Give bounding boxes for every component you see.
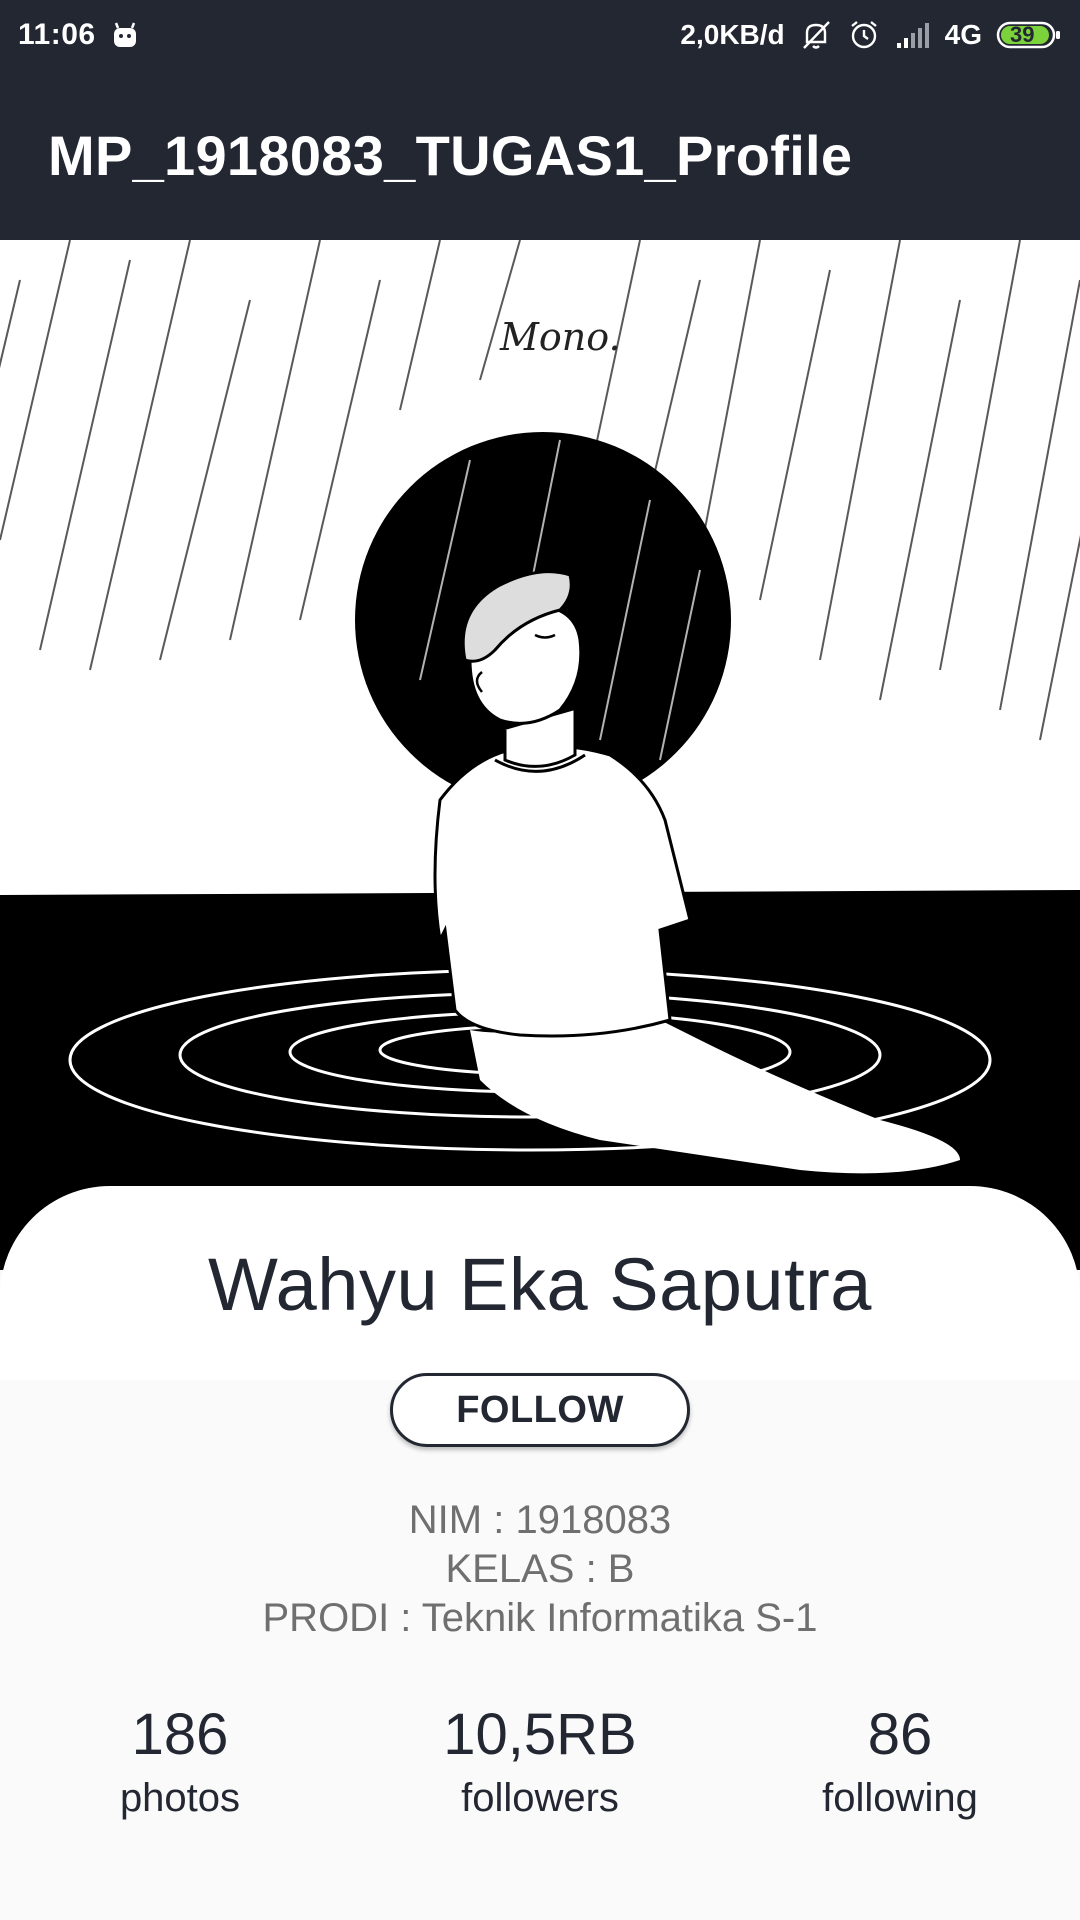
stat-value: 186 bbox=[131, 1702, 229, 1767]
profile-cover-image: Mono. bbox=[0, 240, 1080, 1270]
battery-icon: 39 bbox=[996, 20, 1062, 50]
stat-photos[interactable]: 186 photos bbox=[30, 1700, 330, 1826]
status-right: 2,0KB/d 4G 39 bbox=[680, 18, 1062, 52]
network-type: 4G bbox=[944, 19, 982, 50]
mute-bell-icon bbox=[799, 18, 833, 52]
app-bar: MP_1918083_TUGAS1_Profile bbox=[0, 70, 1080, 240]
stat-following[interactable]: 86 following bbox=[750, 1700, 1050, 1826]
profile-screen: 11:06 2,0KB/d 4G 39 MP_1918083_TUGAS1_Pr… bbox=[0, 0, 1080, 1920]
stat-value: 86 bbox=[867, 1702, 933, 1767]
stat-followers[interactable]: 10,5RB followers bbox=[390, 1700, 690, 1826]
profile-stats: 186 photos 10,5RB followers 86 following bbox=[0, 1700, 1080, 1840]
student-class: KELAS : B bbox=[445, 1547, 635, 1591]
alarm-icon bbox=[847, 18, 881, 52]
stat-label: photos bbox=[119, 1776, 241, 1820]
stat-label: followers bbox=[461, 1776, 619, 1820]
app-title: MP_1918083_TUGAS1_Profile bbox=[48, 123, 853, 187]
status-time: 11:06 bbox=[18, 18, 96, 51]
profile-name: Wahyu Eka Saputra bbox=[208, 1243, 872, 1326]
status-left: 11:06 bbox=[18, 18, 140, 52]
signal-icon bbox=[895, 21, 931, 49]
stat-label: following bbox=[822, 1776, 978, 1820]
student-info: NIM : 1918083 KELAS : B PRODI : Teknik I… bbox=[0, 1496, 1080, 1643]
stat-value: 10,5RB bbox=[443, 1702, 637, 1767]
android-notification-icon bbox=[110, 20, 140, 50]
artist-signature: Mono. bbox=[499, 315, 621, 359]
follow-button[interactable]: FOLLOW bbox=[390, 1373, 690, 1447]
student-nim: NIM : 1918083 bbox=[408, 1498, 672, 1542]
name-card: Wahyu Eka Saputra bbox=[0, 1186, 1080, 1380]
network-speed: 2,0KB/d bbox=[680, 19, 785, 50]
student-program: PRODI : Teknik Informatika S-1 bbox=[262, 1596, 818, 1640]
cover-illustration: Mono. bbox=[0, 240, 1080, 1270]
battery-level: 39 bbox=[1010, 22, 1035, 47]
status-bar: 11:06 2,0KB/d 4G 39 bbox=[0, 0, 1080, 70]
